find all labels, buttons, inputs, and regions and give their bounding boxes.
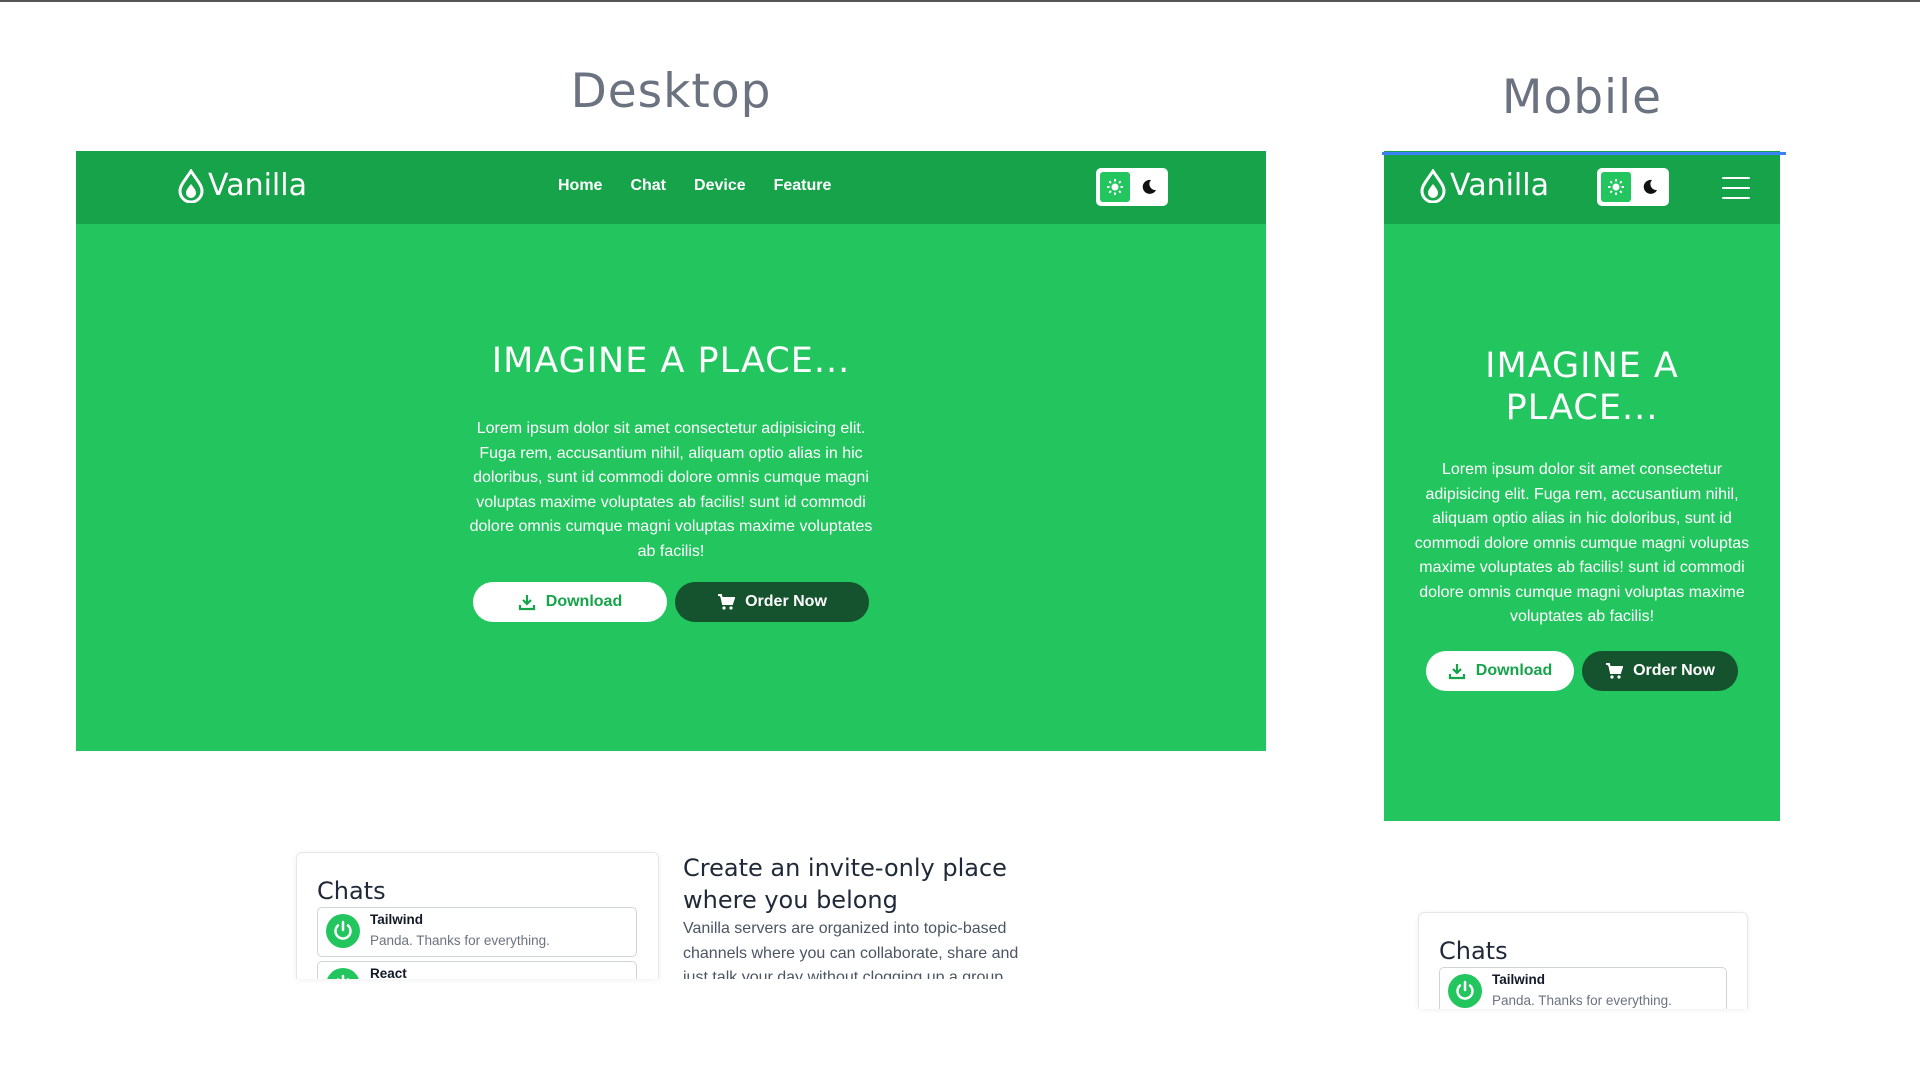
power-icon	[326, 968, 360, 979]
hamburger-menu-icon[interactable]	[1722, 177, 1750, 199]
order-now-label: Order Now	[745, 593, 827, 610]
hamburger-line	[1722, 177, 1750, 179]
mobile-navbar: Vanilla	[1384, 151, 1780, 224]
nav-link-device[interactable]: Device	[694, 177, 746, 195]
hero-title: IMAGINE A PLACE...	[491, 341, 851, 381]
navbar: Vanilla Home Chat Device Feature	[76, 151, 1266, 224]
desktop-chats-card: Chats Tailwind Panda. Thanks for everyth…	[296, 852, 659, 979]
chat-name: Tailwind	[1492, 972, 1545, 987]
brand-logo[interactable]: Vanilla	[176, 168, 307, 203]
cart-icon	[1606, 663, 1624, 679]
mobile-chats-title: Chats	[1439, 937, 1508, 965]
invite-text-clip: Vanilla servers are organized into topic…	[683, 917, 1043, 979]
mobile-hero-text: Lorem ipsum dolor sit amet consectetur a…	[1414, 461, 1750, 625]
nav-link-chat[interactable]: Chat	[630, 177, 666, 195]
chat-name: React	[370, 966, 407, 979]
invite-text: Vanilla servers are organized into topic…	[683, 920, 1019, 979]
power-icon	[326, 914, 360, 948]
download-icon	[518, 595, 535, 611]
sun-icon[interactable]	[1601, 172, 1631, 202]
desktop-label: Desktop	[570, 64, 772, 119]
top-divider	[0, 0, 1920, 2]
drop-icon	[1420, 168, 1446, 203]
moon-icon[interactable]	[1134, 172, 1164, 202]
desktop-preview: Vanilla Home Chat Device Feature IMAGINE…	[76, 151, 1266, 751]
chat-item[interactable]: Tailwind Panda. Thanks for everything.	[317, 907, 637, 957]
cart-icon	[718, 594, 736, 610]
theme-toggle[interactable]	[1096, 168, 1168, 206]
mobile-order-now-label: Order Now	[1633, 662, 1715, 679]
mobile-label: Mobile	[1501, 70, 1663, 125]
drop-icon	[178, 168, 204, 203]
nav-link-home[interactable]: Home	[558, 177, 602, 195]
mobile-hero-title: IMAGINE A PLACE...	[1485, 346, 1679, 428]
chat-message: Panda. Thanks for everything.	[1492, 993, 1672, 1008]
mobile-brand-logo[interactable]: Vanilla	[1418, 168, 1549, 203]
mobile-preview: Vanilla IMAGINE A PLACE... Lorem ipsum d…	[1384, 151, 1780, 821]
nav-links: Home Chat Device Feature	[558, 177, 831, 195]
hamburger-line	[1722, 197, 1750, 199]
chat-item[interactable]: Tailwind Panda. Thanks for everything.	[1439, 967, 1727, 1009]
mobile-order-now-button[interactable]: Order Now	[1582, 651, 1738, 691]
invite-title: Create an invite-only place where you be…	[683, 854, 1007, 914]
mobile-download-button[interactable]: Download	[1426, 651, 1574, 691]
sun-icon[interactable]	[1100, 172, 1130, 202]
mobile-selection-outline	[1382, 152, 1786, 155]
mobile-chats-card: Chats Tailwind Panda. Thanks for everyth…	[1418, 912, 1748, 1009]
chats-title: Chats	[317, 877, 386, 905]
chat-item[interactable]: React	[317, 961, 637, 979]
hero-text: Lorem ipsum dolor sit amet consectetur a…	[469, 420, 873, 560]
download-label: Download	[545, 593, 623, 610]
chat-name: Tailwind	[370, 912, 423, 927]
nav-link-feature[interactable]: Feature	[774, 177, 832, 195]
mobile-download-label: Download	[1475, 662, 1553, 679]
mobile-brand-name: Vanilla	[1450, 168, 1549, 203]
moon-icon[interactable]	[1635, 172, 1665, 202]
hamburger-line	[1722, 187, 1750, 189]
order-now-button[interactable]: Order Now	[675, 582, 869, 622]
brand-name: Vanilla	[208, 168, 307, 203]
mobile-theme-toggle[interactable]	[1597, 168, 1669, 206]
download-button[interactable]: Download	[473, 582, 667, 622]
download-icon	[1448, 664, 1465, 680]
chat-message: Panda. Thanks for everything.	[370, 933, 550, 948]
power-icon	[1448, 974, 1482, 1008]
